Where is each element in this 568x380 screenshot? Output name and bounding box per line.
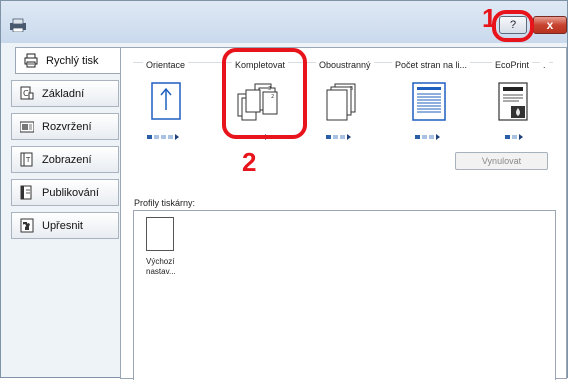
callout-ring-help (492, 10, 534, 42)
sidebar-item-label: Publikování (42, 187, 99, 199)
printer-icon (24, 53, 38, 68)
column-label-ecoprint: EcoPrint (492, 60, 533, 70)
duplex-options-indicator[interactable] (326, 128, 351, 140)
layout-icon (20, 121, 34, 133)
printer-profiles-list[interactable]: Výchozí nastav... (133, 210, 556, 380)
column-label-orientation: Orientace (143, 60, 189, 70)
callout-number-2: 2 (242, 147, 257, 177)
sidebar-item-label: Rozvržení (42, 121, 92, 133)
advanced-puzzle-icon (20, 218, 34, 233)
column-overflow-ellipsis: . (540, 60, 549, 70)
svg-text:C: C (23, 89, 29, 98)
sidebar-item-advanced[interactable]: Upřesnit (11, 212, 119, 239)
printer-app-icon (10, 18, 26, 32)
default-profile-label[interactable]: Výchozí nastav... (146, 257, 176, 277)
imaging-icon: T (20, 152, 33, 167)
svg-text:T: T (25, 156, 31, 164)
default-profile-icon[interactable] (146, 217, 174, 251)
quick-print-panel: Orientace Kompletovat Oboustranný Počet … (120, 47, 567, 380)
portrait-orientation-icon[interactable] (144, 82, 188, 122)
sidebar-item-publishing[interactable]: Publikování (11, 179, 119, 206)
column-label-duplex: Oboustranný (316, 60, 374, 70)
printer-profiles-label: Profily tiskárny: (134, 198, 196, 208)
sidebar-tabs: Rychlý tisk C Základní Rozvržení T Zobra… (11, 47, 127, 379)
column-label-pages-per-sheet: Počet stran na li... (392, 60, 471, 70)
duplex-icon[interactable]: 3 (319, 82, 363, 122)
ecoprint-options-indicator[interactable] (505, 128, 523, 140)
ecoprint-icon[interactable] (491, 82, 535, 122)
sidebar-item-imaging[interactable]: T Zobrazení (11, 146, 119, 173)
pages-per-sheet-options-indicator[interactable] (415, 128, 440, 140)
sidebar-item-label: Základní (42, 88, 85, 100)
close-button[interactable]: x (533, 16, 567, 34)
basic-copies-icon: C (20, 86, 34, 100)
callout-ring-collate (222, 48, 307, 139)
reset-button[interactable]: Vynulovat (455, 152, 548, 170)
orientation-options-indicator[interactable] (147, 128, 179, 140)
sidebar-item-label: Upřesnit (42, 220, 83, 232)
sidebar-item-label: Zobrazení (42, 154, 92, 166)
pages-per-sheet-icon[interactable] (407, 82, 451, 122)
sidebar-item-layout[interactable]: Rozvržení (11, 113, 119, 140)
sidebar-item-basic[interactable]: C Základní (11, 80, 119, 107)
sidebar-item-quick-print[interactable]: Rychlý tisk (15, 47, 127, 74)
sidebar-item-label: Rychlý tisk (46, 55, 99, 67)
svg-text:3: 3 (350, 86, 353, 92)
publishing-icon (20, 185, 32, 200)
print-settings-window: ? x 1 Rychlý tisk C Základní Rozvržení T… (0, 0, 568, 380)
